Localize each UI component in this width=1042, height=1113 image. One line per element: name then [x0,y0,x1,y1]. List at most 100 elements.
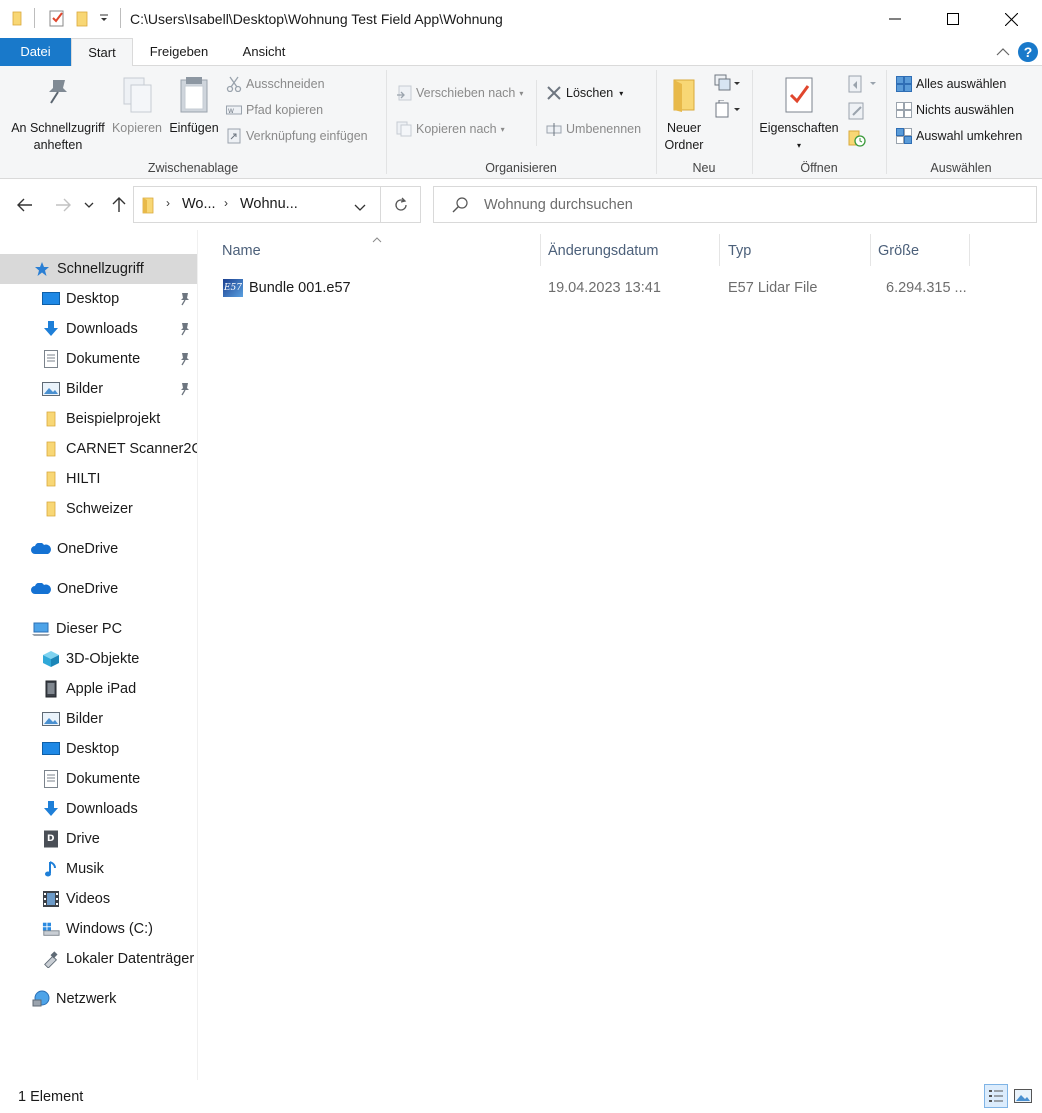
nav-item-pc-desktop[interactable]: Desktop [0,734,197,764]
paste-icon [166,76,222,113]
collapse-ribbon-icon[interactable] [996,45,1010,60]
properties-button[interactable]: Eigenschaften ▾ [756,76,842,154]
delete-button[interactable]: Löschen ▾ [546,85,623,101]
nav-item-onedrive[interactable]: OneDrive [0,534,197,564]
nav-item-hilti[interactable]: HILTI [0,464,197,494]
tab-file[interactable]: Datei [0,38,71,66]
history-icon [848,130,866,147]
nav-item-desktop[interactable]: Desktop [0,284,197,314]
properties-quick-icon[interactable] [48,9,66,27]
group-label-clipboard: Zwischenablage [147,161,239,175]
copy-to-button[interactable]: Kopieren nach ▾ [396,121,505,137]
address-history-dropdown[interactable] [354,200,366,215]
up-button[interactable] [106,192,132,218]
open-button[interactable] [848,75,878,96]
close-button[interactable] [982,0,1040,38]
nav-item-carnet[interactable]: CARNET Scanner2G [0,434,197,464]
cut-button[interactable]: Ausschneiden [226,76,325,92]
file-row[interactable]: E57 Bundle 001.e57 19.04.2023 13:41 E57 … [216,274,976,304]
nav-item-network[interactable]: Netzwerk [0,984,197,1014]
paste-button[interactable]: Einfügen [166,76,222,137]
nav-item-downloads[interactable]: Downloads [0,314,197,344]
nav-item-3d-objects[interactable]: 3D-Objekte [0,644,197,674]
nav-item-local-disk[interactable]: Lokaler Datenträger [0,944,197,974]
column-header-date[interactable]: Änderungsdatum [548,238,658,266]
paste-shortcut-label: Verknüpfung einfügen [246,129,368,143]
maximize-button[interactable] [924,0,982,38]
nav-item-schweizer[interactable]: Schweizer [0,494,197,524]
copy-button[interactable]: Kopieren [108,76,166,137]
column-divider[interactable] [969,234,970,266]
select-all-button[interactable]: Alles auswählen [896,76,1006,92]
large-icons-view-button[interactable] [1011,1084,1035,1108]
nav-item-documents[interactable]: Dokumente [0,344,197,374]
nav-item-apple-ipad[interactable]: Apple iPad [0,674,197,704]
breadcrumb-separator-icon[interactable]: › [224,196,228,210]
details-view-button[interactable] [984,1084,1008,1108]
nav-item-drive[interactable]: D Drive [0,824,197,854]
move-to-button[interactable]: Verschieben nach ▾ [396,85,523,101]
nav-item-pc-downloads[interactable]: Downloads [0,794,197,824]
minimize-button[interactable] [866,0,924,38]
chevron-down-icon: ▾ [619,88,624,98]
search-input[interactable]: Wohnung durchsuchen [433,186,1037,223]
forward-button[interactable] [50,192,76,218]
pin-icon[interactable] [179,322,191,336]
pin-to-quick-access-button[interactable]: An Schnellzugriff anheften [8,76,108,154]
breadcrumb-item[interactable]: Wo... [182,196,216,212]
column-header-size[interactable]: Größe [878,238,919,266]
new-item-button[interactable] [714,74,742,95]
tab-share[interactable]: Freigeben [138,38,220,66]
tab-start[interactable]: Start [71,38,133,67]
column-divider[interactable] [540,234,541,266]
help-icon[interactable]: ? [1018,42,1038,62]
pin-icon[interactable] [179,382,191,396]
column-divider[interactable] [870,234,871,266]
nav-item-label: Bilder [66,381,104,397]
file-name[interactable]: Bundle 001.e57 [249,280,351,296]
nav-item-windows-c[interactable]: Windows (C:) [0,914,197,944]
nav-item-onedrive[interactable]: OneDrive [0,574,197,604]
nav-item-label: Musik [66,861,104,877]
breadcrumb-separator-icon[interactable]: › [166,196,170,210]
nav-item-pc-pictures[interactable]: Bilder [0,704,197,734]
nav-item-beispielprojekt[interactable]: Beispielprojekt [0,404,197,434]
new-folder-button[interactable]: Neuer Ordner [660,76,708,154]
nav-item-videos[interactable]: Videos [0,884,197,914]
copy-path-button[interactable]: W Pfad kopieren [226,102,323,118]
column-header-name[interactable]: Name [222,238,261,266]
refresh-button[interactable] [381,186,421,223]
nav-item-pc-documents[interactable]: Dokumente [0,764,197,794]
easy-access-button[interactable] [714,99,742,121]
address-bar[interactable]: › Wo... › Wohnu... [133,186,381,223]
recent-locations-button[interactable] [81,192,97,218]
select-none-button[interactable]: Nichts auswählen [896,102,1014,118]
pin-icon[interactable] [179,292,191,306]
scissors-icon [226,76,242,92]
history-button[interactable] [848,129,866,150]
column-header-type[interactable]: Typ [728,238,751,266]
large-icons-view-icon [1014,1089,1032,1103]
ribbon-tabs: Datei Start Freigeben Ansicht ? [0,38,1042,67]
nav-item-quick-access[interactable]: Schnellzugriff [0,254,197,284]
nav-item-this-pc[interactable]: Dieser PC [0,614,197,644]
document-icon [42,770,60,788]
nav-item-label: Beispielprojekt [66,411,161,427]
customize-quick-access-icon[interactable] [99,13,109,23]
breadcrumb-item[interactable]: Wohnu... [240,196,298,212]
back-button[interactable] [12,192,38,218]
pictures-icon [42,710,60,728]
edit-button[interactable] [848,102,866,123]
rename-button[interactable]: Umbenennen [546,121,641,137]
nav-item-pictures[interactable]: Bilder [0,374,197,404]
invert-selection-button[interactable]: Auswahl umkehren [896,128,1022,144]
column-divider[interactable] [719,234,720,266]
new-folder-label-2: Ordner [664,138,704,152]
new-folder-quick-icon[interactable] [76,9,90,27]
chevron-down-icon: ▾ [500,124,505,134]
download-arrow-icon [42,320,60,338]
paste-shortcut-button[interactable]: Verknüpfung einfügen [226,128,368,144]
nav-item-music[interactable]: Musik [0,854,197,884]
pin-icon[interactable] [179,352,191,366]
tab-view[interactable]: Ansicht [225,38,303,66]
